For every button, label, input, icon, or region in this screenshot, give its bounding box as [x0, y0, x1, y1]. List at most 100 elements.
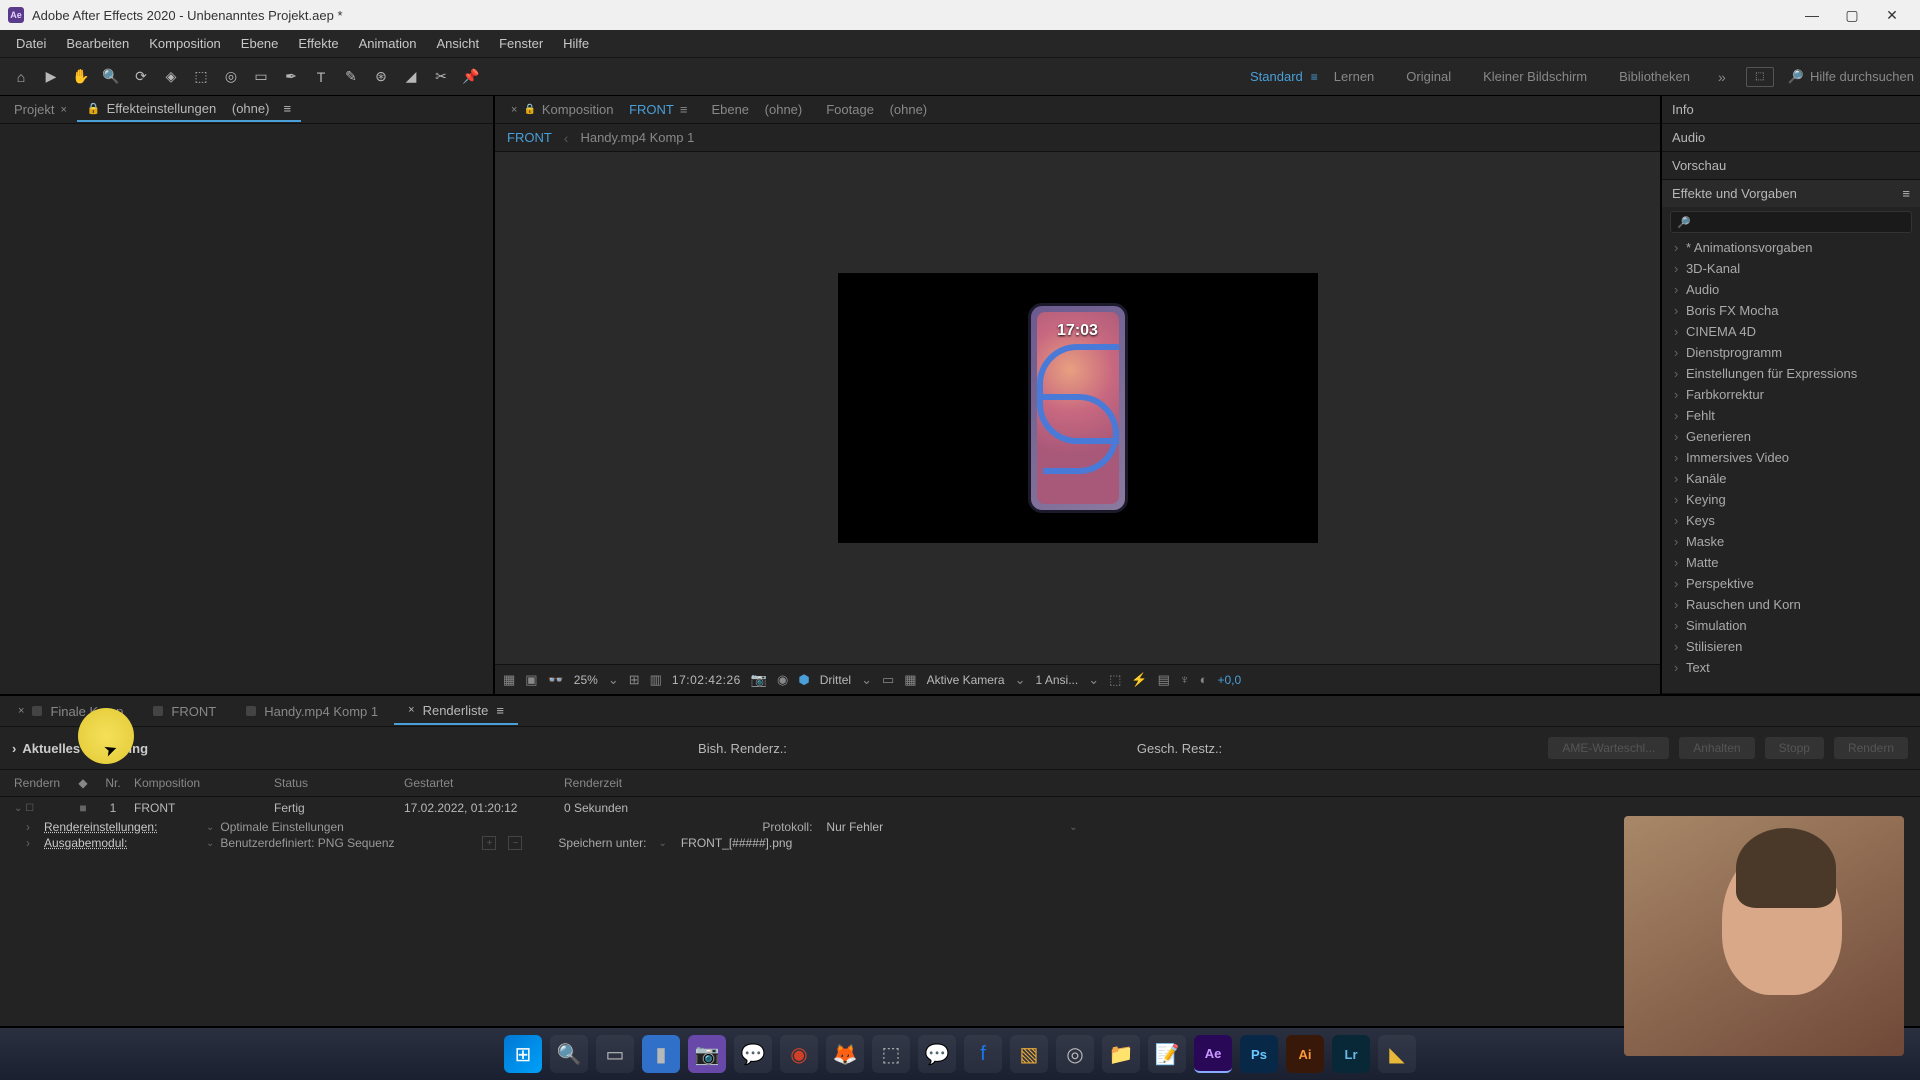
effects-category[interactable]: Einstellungen für Expressions — [1662, 363, 1920, 384]
comp-tab-ebene[interactable]: Ebene (ohne) — [699, 98, 814, 121]
menu-fenster[interactable]: Fenster — [489, 32, 553, 55]
after-effects-icon[interactable]: Ae — [1194, 1035, 1232, 1073]
save-as-value[interactable]: FRONT_[#####].png — [681, 836, 792, 850]
effects-category[interactable]: Simulation — [1662, 615, 1920, 636]
chevron-down-icon[interactable]: ⌄ — [608, 672, 619, 688]
current-time[interactable]: 17:02:42:26 — [672, 673, 741, 687]
stop-button[interactable]: Stopp — [1765, 737, 1824, 759]
effects-category[interactable]: CINEMA 4D — [1662, 321, 1920, 342]
maximize-button[interactable]: ▢ — [1832, 0, 1872, 30]
roi-icon[interactable]: ▭ — [882, 672, 894, 688]
puppet-tool-icon[interactable]: 📌 — [457, 63, 485, 91]
search-icon[interactable]: 🔍 — [550, 1035, 588, 1073]
explorer-icon[interactable]: 📁 — [1102, 1035, 1140, 1073]
firefox-icon[interactable]: 🦊 — [826, 1035, 864, 1073]
workspace-lernen[interactable]: Lernen — [1318, 65, 1390, 88]
menu-effekte[interactable]: Effekte — [288, 32, 348, 55]
col-started[interactable]: Gestartet — [398, 774, 558, 792]
panel-menu-icon[interactable]: ≡ — [680, 102, 688, 117]
render-queue-tab[interactable]: × Renderliste ≡ — [394, 698, 518, 725]
effects-category[interactable]: Immersives Video — [1662, 447, 1920, 468]
minimize-button[interactable]: — — [1792, 0, 1832, 30]
menu-datei[interactable]: Datei — [6, 32, 56, 55]
zoom-tool-icon[interactable]: 🔍 — [97, 63, 125, 91]
obs-icon[interactable]: ◎ — [1056, 1035, 1094, 1073]
task-view-icon[interactable]: ▭ — [596, 1035, 634, 1073]
app-icon[interactable]: ▧ — [1010, 1035, 1048, 1073]
preview-panel-header[interactable]: Vorschau — [1662, 152, 1920, 179]
start-button[interactable]: ⊞ — [504, 1035, 542, 1073]
camera-dropdown[interactable]: Aktive Kamera — [927, 673, 1005, 687]
ame-queue-button[interactable]: AME-Warteschl... — [1548, 737, 1669, 759]
col-rendertime[interactable]: Renderzeit — [558, 774, 718, 792]
col-render[interactable]: Rendern — [8, 774, 68, 792]
close-button[interactable]: ✕ — [1872, 0, 1912, 30]
eraser-tool-icon[interactable]: ◢ — [397, 63, 425, 91]
timeline-tab-handy[interactable]: Handy.mp4 Komp 1 — [232, 699, 392, 724]
menu-ansicht[interactable]: Ansicht — [426, 32, 489, 55]
lock-icon[interactable]: 🔒 — [523, 104, 535, 115]
effects-list[interactable]: * Animationsvorgaben 3D-Kanal Audio Bori… — [1662, 237, 1920, 693]
lock-icon[interactable]: 🔒 — [87, 102, 101, 115]
col-status[interactable]: Status — [268, 774, 398, 792]
col-composition[interactable]: Komposition — [128, 774, 268, 792]
close-icon[interactable]: × — [511, 104, 517, 116]
flowchart-icon[interactable]: ♆ — [1180, 672, 1190, 687]
breadcrumb-front[interactable]: FRONT — [507, 130, 552, 145]
effects-category[interactable]: Generieren — [1662, 426, 1920, 447]
orbit-tool-icon[interactable]: ⟳ — [127, 63, 155, 91]
timeline-icon[interactable]: ▤ — [1158, 672, 1170, 688]
effects-category[interactable]: Audio — [1662, 279, 1920, 300]
chevron-right-icon[interactable]: › — [26, 820, 30, 834]
composition-viewer[interactable]: 17:03 — [495, 152, 1660, 664]
render-settings-value[interactable]: Optimale Einstellungen — [220, 820, 470, 834]
app-icon[interactable]: ◣ — [1378, 1035, 1416, 1073]
effects-category[interactable]: Boris FX Mocha — [1662, 300, 1920, 321]
home-tool-icon[interactable]: ⌂ — [7, 63, 35, 91]
close-icon[interactable]: × — [18, 705, 24, 717]
menu-hilfe[interactable]: Hilfe — [553, 32, 599, 55]
resolution-dropdown[interactable]: Drittel — [820, 673, 851, 687]
facebook-icon[interactable]: f — [964, 1035, 1002, 1073]
workspace-overflow-icon[interactable]: » — [1706, 69, 1738, 85]
safe-zones-icon[interactable]: ⊞ — [629, 672, 640, 688]
chevron-down-icon[interactable]: ⌄ — [1015, 672, 1026, 688]
remove-output-icon[interactable]: − — [508, 836, 522, 850]
effects-category[interactable]: Maske — [1662, 531, 1920, 552]
effects-category[interactable]: 3D-Kanal — [1662, 258, 1920, 279]
reset-exposure-icon[interactable]: ◐ — [1200, 672, 1208, 687]
hand-tool-icon[interactable]: ✋ — [67, 63, 95, 91]
effects-category[interactable]: * Animationsvorgaben — [1662, 237, 1920, 258]
brush-tool-icon[interactable]: ✎ — [337, 63, 365, 91]
effects-category[interactable]: Perspektive — [1662, 573, 1920, 594]
zoom-level[interactable]: 25% — [574, 673, 598, 687]
pan-behind-tool-icon[interactable]: ◎ — [217, 63, 245, 91]
app-icon[interactable]: 📷 — [688, 1035, 726, 1073]
effects-category[interactable]: Stilisieren — [1662, 636, 1920, 657]
toggle-mask-icon[interactable]: 👓 — [548, 672, 564, 688]
rotation-tool-icon[interactable]: ◈ — [157, 63, 185, 91]
chevron-down-icon[interactable]: ⌄ — [861, 672, 872, 688]
effects-category[interactable]: Farbkorrektur — [1662, 384, 1920, 405]
menu-ebene[interactable]: Ebene — [231, 32, 289, 55]
project-tab[interactable]: Projekt × — [4, 98, 77, 121]
show-snapshot-icon[interactable]: ◉ — [777, 672, 788, 688]
snapping-toggle[interactable]: ⬚ — [1746, 67, 1774, 87]
panel-menu-icon[interactable]: ≡ — [1902, 186, 1910, 201]
panel-menu-icon[interactable]: ≡ — [283, 101, 291, 116]
comp-tab-footage[interactable]: Footage (ohne) — [814, 98, 939, 121]
effects-category[interactable]: Keys — [1662, 510, 1920, 531]
workspace-original[interactable]: Original — [1390, 65, 1467, 88]
toggle-transparency-icon[interactable]: ▣ — [525, 672, 537, 688]
effects-category[interactable]: Keying — [1662, 489, 1920, 510]
snapshot-icon[interactable]: 📷 — [751, 672, 767, 688]
notepad-icon[interactable]: 📝 — [1148, 1035, 1186, 1073]
effects-presets-header[interactable]: Effekte und Vorgaben ≡ — [1662, 180, 1920, 207]
output-module-value[interactable]: Benutzerdefiniert: PNG Sequenz — [220, 836, 470, 850]
audio-panel-header[interactable]: Audio — [1662, 124, 1920, 151]
pause-button[interactable]: Anhalten — [1679, 737, 1754, 759]
clone-tool-icon[interactable]: ⊛ — [367, 63, 395, 91]
effects-category[interactable]: Matte — [1662, 552, 1920, 573]
effects-search-input[interactable]: 🔎 — [1670, 211, 1912, 233]
toggle-alpha-icon[interactable]: ▦ — [503, 672, 515, 688]
